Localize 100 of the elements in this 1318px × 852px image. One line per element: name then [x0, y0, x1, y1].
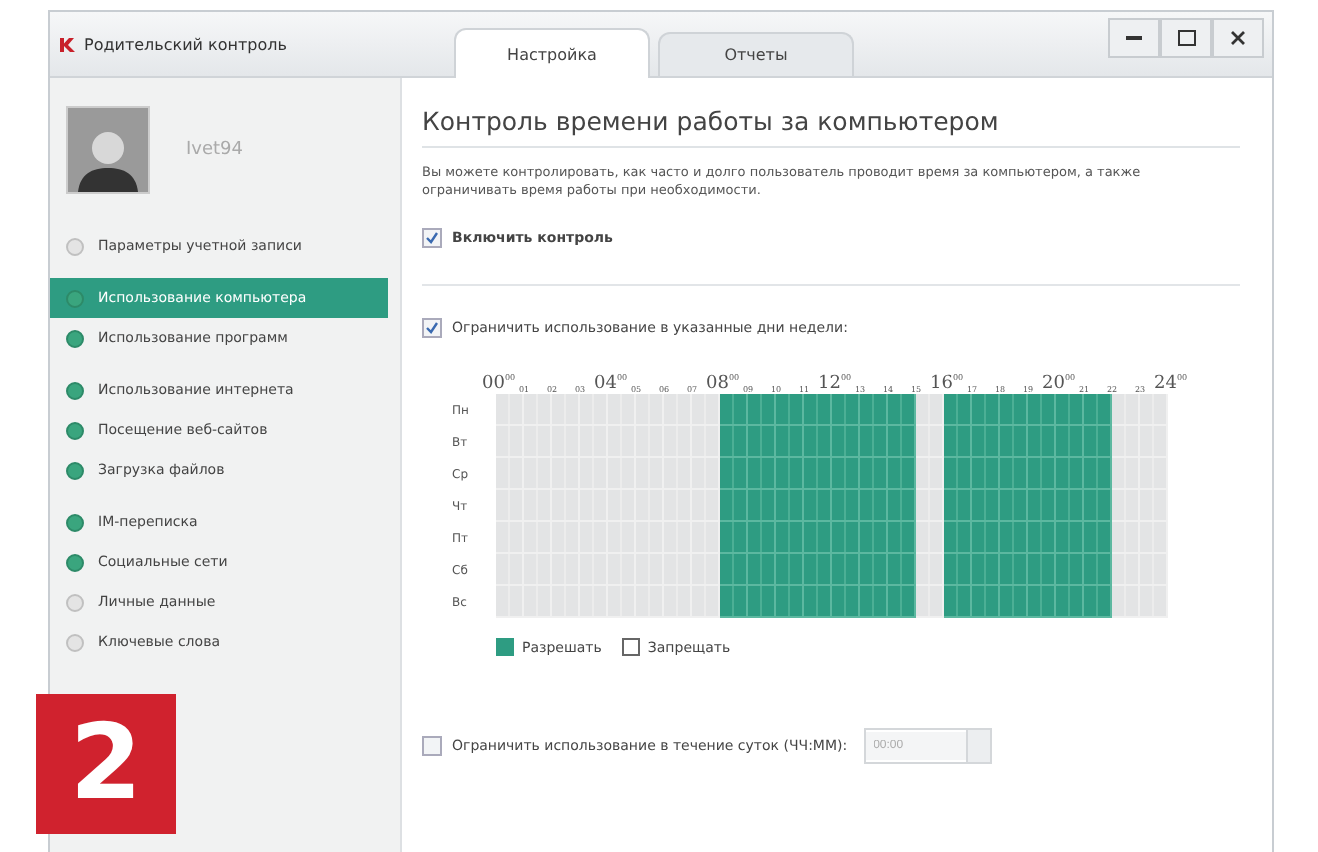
schedule-cell[interactable] [972, 426, 1000, 459]
minimize-icon [1126, 36, 1142, 40]
schedule-cell[interactable] [860, 490, 888, 523]
schedule-cell[interactable] [944, 490, 972, 523]
schedule-cell[interactable] [776, 490, 804, 523]
schedule-cell[interactable] [944, 586, 972, 619]
schedule-cell[interactable] [1084, 554, 1112, 587]
schedule-cell[interactable] [860, 426, 888, 459]
checkbox[interactable] [422, 228, 442, 249]
schedule-cell[interactable] [1056, 490, 1084, 523]
schedule-cell[interactable] [944, 554, 972, 587]
schedule-cell[interactable] [804, 490, 832, 523]
schedule-cell[interactable] [972, 554, 1000, 587]
schedule-cell[interactable] [748, 490, 776, 523]
schedule-cell[interactable] [720, 554, 748, 587]
schedule-cell[interactable] [944, 458, 972, 491]
schedule-cell[interactable] [748, 458, 776, 491]
schedule-cell[interactable] [748, 554, 776, 587]
schedule-cell[interactable] [1028, 490, 1056, 523]
schedule-cell[interactable] [972, 394, 1000, 427]
schedule-cell[interactable] [832, 426, 860, 459]
schedule-cell[interactable] [860, 522, 888, 555]
tab[interactable]: Отчеты [658, 32, 854, 76]
schedule-cell[interactable] [804, 554, 832, 587]
schedule-cell[interactable] [1056, 554, 1084, 587]
schedule-cell[interactable] [720, 522, 748, 555]
schedule-cell[interactable] [1056, 458, 1084, 491]
schedule-cell[interactable] [832, 522, 860, 555]
schedule-cell[interactable] [860, 458, 888, 491]
logo-icon [58, 35, 76, 53]
schedule-cell[interactable] [832, 490, 860, 523]
schedule-cell[interactable] [1000, 522, 1028, 555]
schedule-cell[interactable] [1000, 490, 1028, 523]
schedule-cell[interactable] [720, 458, 748, 491]
schedule-cell[interactable] [1056, 522, 1084, 555]
schedule-cell[interactable] [804, 586, 832, 619]
schedule-cell[interactable] [972, 586, 1000, 619]
schedule-cell[interactable] [776, 394, 804, 427]
tab[interactable]: Настройка [454, 28, 650, 78]
schedule-cell[interactable] [776, 586, 804, 619]
schedule-cell[interactable] [888, 490, 916, 523]
checkbox[interactable] [422, 318, 442, 339]
schedule-cell[interactable] [1056, 394, 1084, 427]
schedule-cell[interactable] [776, 522, 804, 555]
schedule-cell[interactable] [748, 394, 776, 427]
schedule-cell[interactable] [1028, 554, 1056, 587]
schedule-cell[interactable] [972, 522, 1000, 555]
schedule-cell[interactable] [888, 426, 916, 459]
schedule-cell[interactable] [860, 394, 888, 427]
schedule-cell[interactable] [1028, 426, 1056, 459]
schedule-cell[interactable] [1028, 522, 1056, 555]
schedule-cell[interactable] [1084, 490, 1112, 523]
close-button[interactable] [1212, 18, 1264, 58]
schedule-cell[interactable] [776, 458, 804, 491]
schedule-cell[interactable] [748, 586, 776, 619]
schedule-cell[interactable] [804, 426, 832, 459]
schedule-cell[interactable] [888, 554, 916, 587]
schedule-cell[interactable] [832, 394, 860, 427]
schedule-cell[interactable] [860, 554, 888, 587]
schedule-cell[interactable] [804, 394, 832, 427]
schedule-cell[interactable] [1028, 586, 1056, 619]
minimize-button[interactable] [1108, 18, 1160, 58]
schedule-cell[interactable] [804, 522, 832, 555]
schedule-cell[interactable] [972, 490, 1000, 523]
schedule-cell[interactable] [832, 586, 860, 619]
schedule-cell[interactable] [1084, 458, 1112, 491]
schedule-cell[interactable] [832, 458, 860, 491]
schedule-cell[interactable] [804, 458, 832, 491]
schedule-cell[interactable] [720, 490, 748, 523]
schedule-cell[interactable] [1084, 394, 1112, 427]
schedule-cell[interactable] [1000, 426, 1028, 459]
schedule-cell[interactable] [888, 458, 916, 491]
schedule-cell[interactable] [1000, 586, 1028, 619]
schedule-cell[interactable] [1084, 586, 1112, 619]
schedule-cell[interactable] [860, 586, 888, 619]
schedule-cell[interactable] [1056, 586, 1084, 619]
schedule-cell[interactable] [1028, 394, 1056, 427]
schedule-cell[interactable] [888, 522, 916, 555]
schedule-cell[interactable] [748, 426, 776, 459]
schedule-cell[interactable] [888, 586, 916, 619]
schedule-cell[interactable] [748, 522, 776, 555]
schedule-cell[interactable] [1084, 426, 1112, 459]
schedule-cell[interactable] [944, 522, 972, 555]
schedule-cell[interactable] [1084, 522, 1112, 555]
schedule-cell[interactable] [832, 554, 860, 587]
schedule-cell[interactable] [776, 426, 804, 459]
schedule-cell[interactable] [720, 426, 748, 459]
schedule-cell[interactable] [1056, 426, 1084, 459]
schedule-cell[interactable] [1000, 394, 1028, 427]
schedule-cell[interactable] [1000, 458, 1028, 491]
schedule-cell[interactable] [944, 394, 972, 427]
schedule-cell[interactable] [944, 426, 972, 459]
schedule-cell[interactable] [776, 554, 804, 587]
schedule-cell[interactable] [720, 394, 748, 427]
schedule-cell[interactable] [972, 458, 1000, 491]
schedule-cell[interactable] [888, 394, 916, 427]
schedule-cell[interactable] [1000, 554, 1028, 587]
schedule-cell[interactable] [720, 586, 748, 619]
maximize-button[interactable] [1160, 18, 1212, 58]
schedule-cell[interactable] [1028, 458, 1056, 491]
